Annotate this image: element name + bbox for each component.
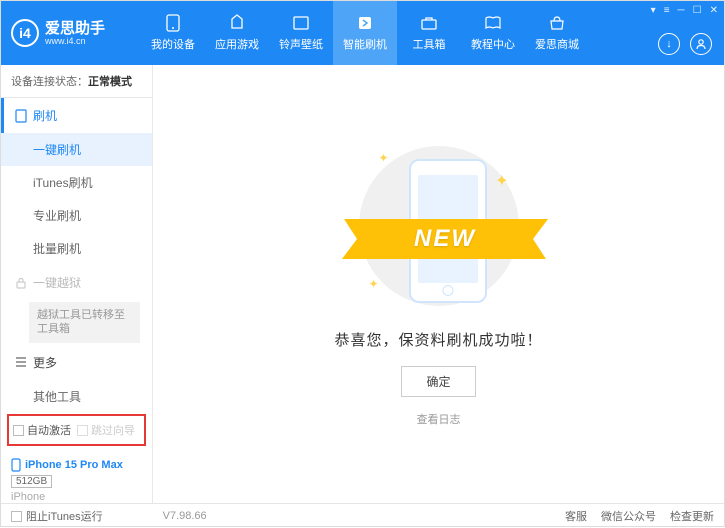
- nav-ringtones[interactable]: 铃声壁纸: [269, 1, 333, 65]
- sidebar-item-itunes-flash[interactable]: iTunes刷机: [1, 166, 152, 199]
- footer-update[interactable]: 检查更新: [670, 508, 714, 524]
- section-more[interactable]: 更多: [1, 345, 152, 380]
- close-icon[interactable]: ✕: [710, 5, 718, 16]
- apps-icon: [227, 14, 247, 32]
- flash-icon: [355, 14, 375, 32]
- window-controls: ▾ ≡ ─ ☐ ✕: [651, 5, 718, 16]
- checkbox-skip-guide[interactable]: 跳过向导: [77, 422, 135, 438]
- footer-support[interactable]: 客服: [565, 508, 587, 524]
- sidebar-item-other-tools[interactable]: 其他工具: [1, 380, 152, 408]
- options-icon[interactable]: ≡: [664, 5, 670, 16]
- nav-store[interactable]: 爱思商城: [525, 1, 589, 65]
- device-icon: [163, 14, 183, 32]
- checkbox-auto-activate[interactable]: 自动激活: [13, 422, 71, 438]
- logo: i4 爱思助手 www.i4.cn: [11, 19, 141, 47]
- sidebar-item-batch-flash[interactable]: 批量刷机: [1, 232, 152, 265]
- success-message: 恭喜您，保资料刷机成功啦！: [334, 329, 542, 350]
- phone-icon: [11, 458, 21, 472]
- nav-toolbox[interactable]: 工具箱: [397, 1, 461, 65]
- wallpaper-icon: [291, 14, 311, 32]
- lock-icon: [15, 277, 27, 289]
- sidebar-item-pro-flash[interactable]: 专业刷机: [1, 199, 152, 232]
- header-actions: ↓: [658, 33, 712, 55]
- sidebar-item-oneclick-flash[interactable]: 一键刷机: [1, 133, 152, 166]
- device-name[interactable]: iPhone 15 Pro Max: [11, 458, 142, 472]
- app-header: i4 爱思助手 www.i4.cn 我的设备 应用游戏 铃声壁纸 智能刷机 工具…: [1, 1, 724, 65]
- view-log-link[interactable]: 查看日志: [417, 411, 461, 427]
- book-icon: [483, 14, 503, 32]
- checkbox-block-itunes[interactable]: 阻止iTunes运行: [11, 508, 103, 524]
- success-illustration: ✦ ✦ ✦ NEW: [339, 141, 539, 311]
- app-name: 爱思助手: [45, 21, 105, 36]
- version-label: V7.98.66: [163, 510, 207, 522]
- options-highlight-box: 自动激活 跳过向导: [7, 414, 146, 446]
- download-button[interactable]: ↓: [658, 33, 680, 55]
- maximize-icon[interactable]: ☐: [693, 5, 702, 16]
- ribbon-text: NEW: [414, 225, 476, 253]
- main-nav: 我的设备 应用游戏 铃声壁纸 智能刷机 工具箱 教程中心 爱思商城: [141, 1, 589, 65]
- minimize-icon[interactable]: ─: [678, 5, 685, 16]
- nav-tutorials[interactable]: 教程中心: [461, 1, 525, 65]
- store-icon: [547, 14, 567, 32]
- main-content: ✦ ✦ ✦ NEW 恭喜您，保资料刷机成功啦！ 确定 查看日志: [153, 65, 724, 503]
- menu-icon[interactable]: ▾: [651, 5, 656, 16]
- nav-flash[interactable]: 智能刷机: [333, 1, 397, 65]
- storage-badge: 512GB: [11, 475, 52, 488]
- confirm-button[interactable]: 确定: [401, 366, 475, 397]
- logo-icon: i4: [11, 19, 39, 47]
- section-flash[interactable]: 刷机: [1, 98, 152, 133]
- toolbox-icon: [419, 14, 439, 32]
- app-url: www.i4.cn: [45, 36, 105, 46]
- nav-my-device[interactable]: 我的设备: [141, 1, 205, 65]
- device-info: iPhone 15 Pro Max 512GB iPhone: [1, 452, 152, 503]
- footer-wechat[interactable]: 微信公众号: [601, 508, 656, 524]
- more-icon: [15, 357, 27, 367]
- footer: 阻止iTunes运行 V7.98.66 客服 微信公众号 检查更新: [1, 503, 724, 528]
- nav-apps[interactable]: 应用游戏: [205, 1, 269, 65]
- connection-status: 设备连接状态：正常模式: [1, 65, 152, 98]
- jailbreak-note: 越狱工具已转移至工具箱: [29, 302, 140, 343]
- device-type: iPhone: [11, 491, 142, 503]
- user-button[interactable]: [690, 33, 712, 55]
- section-jailbreak[interactable]: 一键越狱: [1, 265, 152, 300]
- flash-section-icon: [15, 109, 27, 123]
- sidebar: 设备连接状态：正常模式 刷机 一键刷机 iTunes刷机 专业刷机 批量刷机 一…: [1, 65, 153, 503]
